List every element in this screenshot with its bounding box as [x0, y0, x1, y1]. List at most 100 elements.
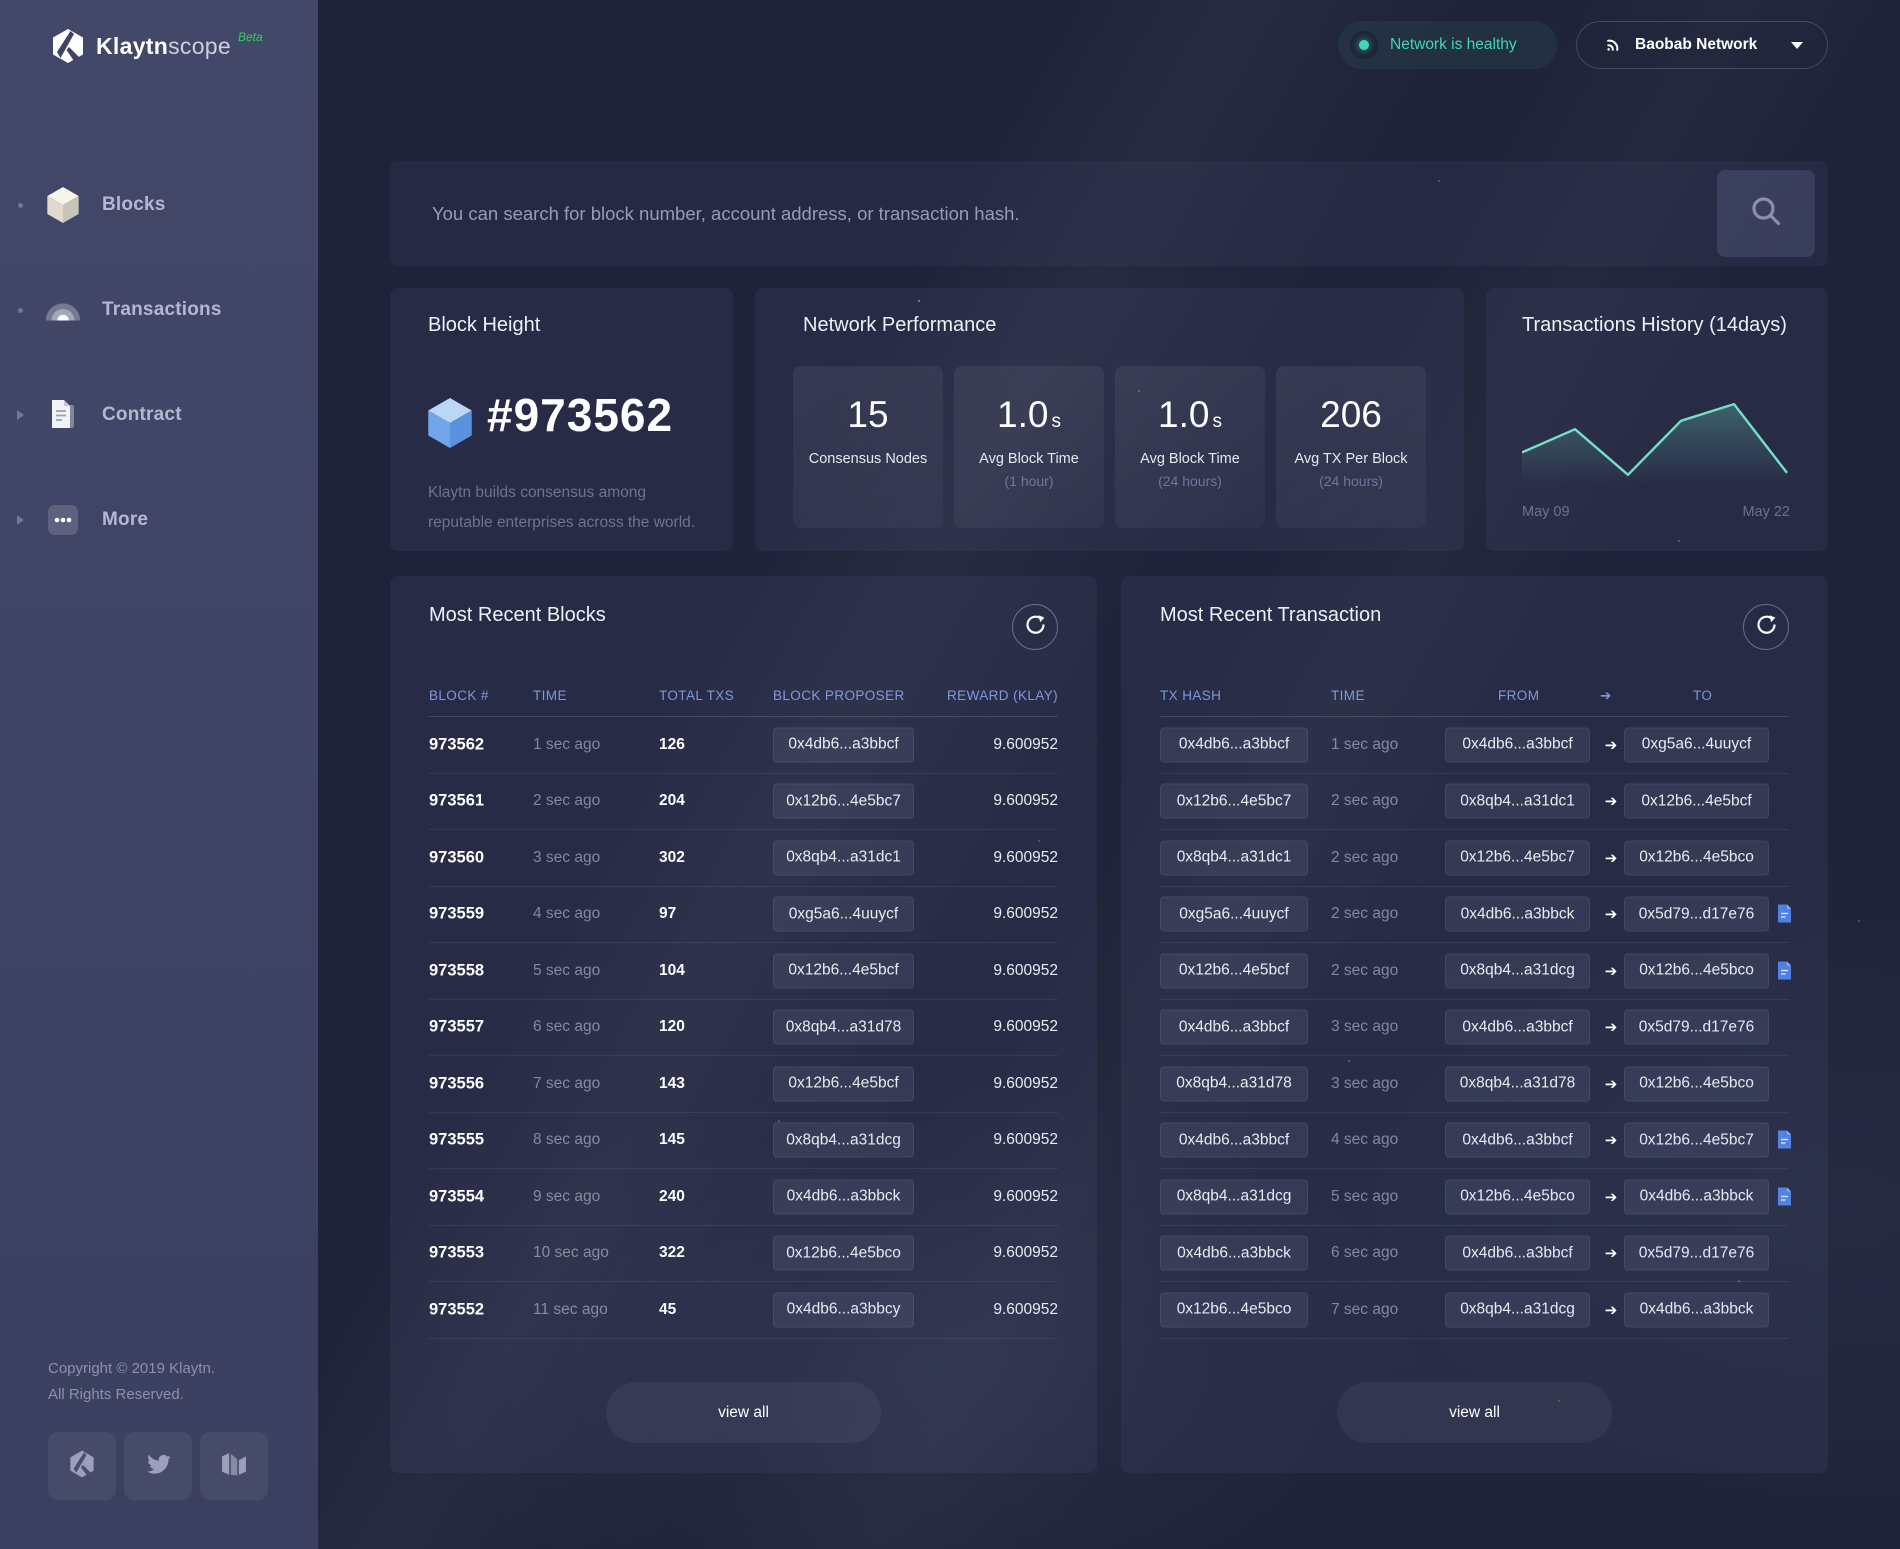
- block-total-txs: 104: [659, 962, 685, 980]
- recent-transactions-card: Most Recent Transaction TX HASH TIME FRO…: [1121, 576, 1828, 1473]
- sidebar-item-label: Transactions: [102, 299, 222, 321]
- tx-time: 4 sec ago: [1331, 1131, 1398, 1149]
- tx-from-link[interactable]: 0x4db6...a3bbcf: [1445, 1010, 1590, 1045]
- block-proposer-link[interactable]: 0x4db6...a3bbcf: [773, 727, 914, 762]
- social-klaytn-button[interactable]: [48, 1432, 116, 1500]
- block-proposer-link[interactable]: 0x8qb4...a31dcg: [773, 1123, 914, 1158]
- block-total-txs: 145: [659, 1131, 685, 1149]
- block-number-link[interactable]: 973561: [429, 792, 484, 811]
- view-all-transactions-button[interactable]: view all: [1337, 1382, 1612, 1443]
- block-number-link[interactable]: 973560: [429, 848, 484, 867]
- transaction-row: 0x12b6...4e5bc72 sec ago0x8qb4...a31dc1➔…: [1160, 774, 1789, 831]
- tx-from-link[interactable]: 0x12b6...4e5bco: [1445, 1179, 1590, 1214]
- stat-label: Avg Block Time: [954, 449, 1104, 470]
- sidebar: Klaytnscope Beta Blocks Transactions Contr…: [0, 0, 318, 1549]
- tx-from-link[interactable]: 0x4db6...a3bbcf: [1445, 1123, 1590, 1158]
- block-height-value[interactable]: #973562: [487, 388, 673, 442]
- transaction-row: 0xg5a6...4uuycf2 sec ago0x4db6...a3bbck➔…: [1160, 887, 1789, 944]
- refresh-blocks-button[interactable]: [1012, 604, 1058, 650]
- social-twitter-button[interactable]: [124, 1432, 192, 1500]
- block-proposer-link[interactable]: 0x12b6...4e5bcf: [773, 1066, 914, 1101]
- block-number-link[interactable]: 973556: [429, 1074, 484, 1093]
- tx-to-link[interactable]: 0x4db6...a3bbck: [1624, 1179, 1769, 1214]
- tx-to-link[interactable]: 0x5d79...d17e76: [1624, 1010, 1769, 1045]
- sidebar-item-contract[interactable]: Contract: [0, 393, 318, 437]
- block-proposer-link[interactable]: 0xg5a6...4uuycf: [773, 897, 914, 932]
- chart-start-label: May 09: [1522, 504, 1570, 520]
- block-proposer-link[interactable]: 0x8qb4...a31dc1: [773, 840, 914, 875]
- tx-to-link[interactable]: 0x4db6...a3bbck: [1624, 1292, 1769, 1327]
- social-medium-button[interactable]: [200, 1432, 268, 1500]
- search-button[interactable]: [1717, 170, 1815, 257]
- block-proposer-link[interactable]: 0x4db6...a3bbcy: [773, 1292, 914, 1327]
- tx-hash-link[interactable]: 0x4db6...a3bbcf: [1160, 727, 1308, 762]
- tx-hash-link[interactable]: 0x4db6...a3bbck: [1160, 1236, 1308, 1271]
- medium-icon: [221, 1452, 247, 1481]
- tx-hash-link[interactable]: 0x12b6...4e5bc7: [1160, 784, 1308, 819]
- tx-hash-link[interactable]: 0x8qb4...a31dcg: [1160, 1179, 1308, 1214]
- tx-to-link[interactable]: 0x5d79...d17e76: [1624, 1236, 1769, 1271]
- block-number-link[interactable]: 973554: [429, 1187, 484, 1206]
- sidebar-item-blocks[interactable]: Blocks: [0, 183, 318, 227]
- sidebar-item-label: Contract: [102, 404, 182, 426]
- klaytn-logo-icon: [50, 28, 86, 64]
- tx-hash-link[interactable]: 0x12b6...4e5bcf: [1160, 953, 1308, 988]
- tx-hash-link[interactable]: 0x12b6...4e5bco: [1160, 1292, 1308, 1327]
- block-proposer-link[interactable]: 0x4db6...a3bbck: [773, 1179, 914, 1214]
- search-input[interactable]: [390, 161, 1828, 266]
- tx-hash-link[interactable]: 0x4db6...a3bbcf: [1160, 1123, 1308, 1158]
- tx-from-link[interactable]: 0x8qb4...a31dc1: [1445, 784, 1590, 819]
- sidebar-item-transactions[interactable]: Transactions: [0, 288, 318, 332]
- block-total-txs: 302: [659, 849, 685, 867]
- sidebar-item-more[interactable]: More: [0, 498, 318, 542]
- stat-box: 206Avg TX Per Block(24 hours): [1276, 366, 1426, 528]
- transaction-row: 0x12b6...4e5bcf2 sec ago0x8qb4...a31dcg➔…: [1160, 943, 1789, 1000]
- tx-to-link[interactable]: 0x12b6...4e5bco: [1624, 1066, 1769, 1101]
- tx-to-link[interactable]: 0x5d79...d17e76: [1624, 897, 1769, 932]
- tx-hash-link[interactable]: 0x8qb4...a31dc1: [1160, 840, 1308, 875]
- tx-from-link[interactable]: 0x4db6...a3bbcf: [1445, 1236, 1590, 1271]
- block-number-link[interactable]: 973562: [429, 735, 484, 754]
- block-number-link[interactable]: 973557: [429, 1018, 484, 1037]
- tx-to-link[interactable]: 0x12b6...4e5bc7: [1624, 1123, 1769, 1158]
- tx-hash-link[interactable]: 0xg5a6...4uuycf: [1160, 897, 1308, 932]
- block-proposer-link[interactable]: 0x12b6...4e5bcf: [773, 953, 914, 988]
- view-all-blocks-button[interactable]: view all: [606, 1382, 881, 1443]
- tx-from-link[interactable]: 0x4db6...a3bbck: [1445, 897, 1590, 932]
- tx-time: 3 sec ago: [1331, 1018, 1398, 1036]
- tx-from-link[interactable]: 0x12b6...4e5bc7: [1445, 840, 1590, 875]
- block-number-link[interactable]: 973559: [429, 905, 484, 924]
- tx-to-link[interactable]: 0x12b6...4e5bco: [1624, 840, 1769, 875]
- block-row: 9735567 sec ago1430x12b6...4e5bcf9.60095…: [429, 1056, 1058, 1113]
- block-proposer-link[interactable]: 0x8qb4...a31d78: [773, 1010, 914, 1045]
- tx-from-link[interactable]: 0x8qb4...a31dcg: [1445, 953, 1590, 988]
- block-number-link[interactable]: 973553: [429, 1244, 484, 1263]
- block-number-link[interactable]: 973558: [429, 961, 484, 980]
- stat-label: Avg Block Time: [1115, 449, 1265, 470]
- tx-from-link[interactable]: 0x8qb4...a31d78: [1445, 1066, 1590, 1101]
- block-row: 9735576 sec ago1200x8qb4...a31d789.60095…: [429, 1000, 1058, 1057]
- tx-from-link[interactable]: 0x8qb4...a31dcg: [1445, 1292, 1590, 1327]
- block-reward: 9.600952: [993, 1188, 1058, 1206]
- tx-to-link[interactable]: 0xg5a6...4uuycf: [1624, 727, 1769, 762]
- cube-icon: [40, 182, 86, 228]
- tx-from-link[interactable]: 0x4db6...a3bbcf: [1445, 727, 1590, 762]
- refresh-transactions-button[interactable]: [1743, 604, 1789, 650]
- stat-sublabel: (24 hours): [1276, 473, 1426, 489]
- klaytnscope-logo[interactable]: Klaytnscope Beta: [50, 28, 263, 64]
- block-proposer-link[interactable]: 0x12b6...4e5bco: [773, 1236, 914, 1271]
- sidebar-item-label: Blocks: [102, 194, 166, 216]
- block-number-link[interactable]: 973552: [429, 1300, 484, 1319]
- block-reward: 9.600952: [993, 736, 1058, 754]
- block-number-link[interactable]: 973555: [429, 1131, 484, 1150]
- network-selector[interactable]: Baobab Network: [1576, 21, 1828, 69]
- tx-to-link[interactable]: 0x12b6...4e5bcf: [1624, 784, 1769, 819]
- tx-hash-link[interactable]: 0x8qb4...a31d78: [1160, 1066, 1308, 1101]
- network-name: Baobab Network: [1635, 36, 1757, 54]
- block-proposer-link[interactable]: 0x12b6...4e5bc7: [773, 784, 914, 819]
- block-reward: 9.600952: [993, 1244, 1058, 1262]
- tx-to-link[interactable]: 0x12b6...4e5bco: [1624, 953, 1769, 988]
- tx-history-chart: [1522, 392, 1790, 487]
- block-row: 9735621 sec ago1260x4db6...a3bbcf9.60095…: [429, 717, 1058, 774]
- tx-hash-link[interactable]: 0x4db6...a3bbcf: [1160, 1010, 1308, 1045]
